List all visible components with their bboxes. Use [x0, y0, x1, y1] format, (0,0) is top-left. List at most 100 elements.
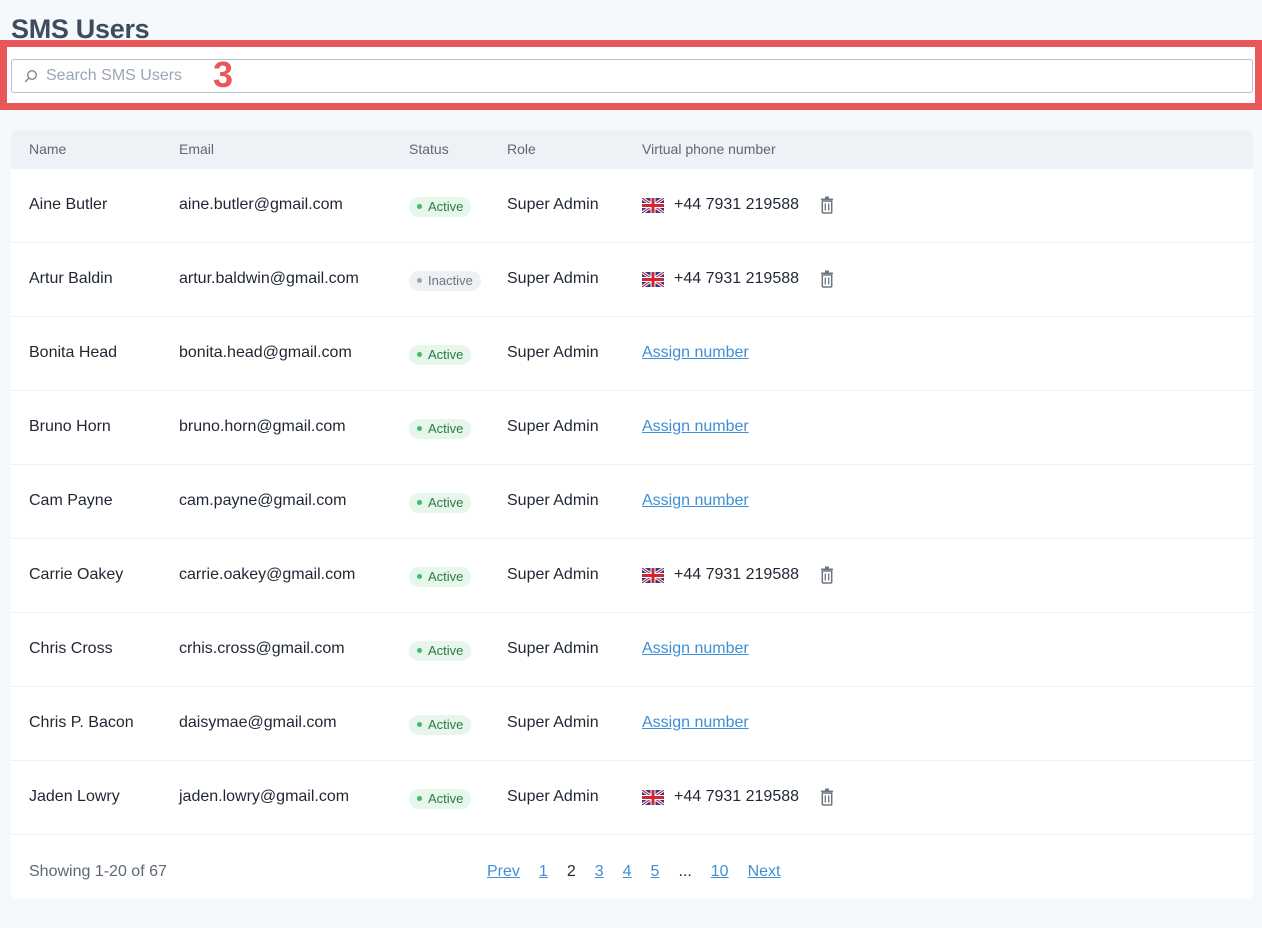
user-role: Super Admin	[507, 714, 599, 731]
users-table: Name Email Status Role Virtual phone num…	[11, 130, 1253, 898]
status-dot	[417, 278, 422, 283]
status-dot	[417, 352, 422, 357]
uk-flag-icon	[641, 196, 665, 214]
phone-cell: +44 7931 219588	[641, 788, 835, 806]
status-badge: Inactive	[409, 270, 481, 291]
status-cell: Inactive	[409, 270, 481, 291]
assign-number-link[interactable]: Assign number	[642, 418, 749, 435]
phone-cell: +44 7931 219588	[641, 196, 835, 214]
status-dot	[417, 500, 422, 505]
page-link-5[interactable]: 5	[651, 863, 660, 881]
user-role: Super Admin	[507, 788, 599, 805]
column-header-name: Name	[29, 141, 67, 157]
status-dot	[417, 796, 422, 801]
user-name: Carrie Oakey	[29, 566, 124, 583]
status-badge: Active	[409, 640, 472, 661]
user-role: Super Admin	[507, 196, 599, 213]
phone-cell: +44 7931 219588	[641, 566, 835, 584]
user-email: bonita.head@gmail.com	[179, 344, 352, 361]
status-dot	[417, 426, 422, 431]
user-name: Jaden Lowry	[29, 788, 120, 805]
page-link-3[interactable]: 3	[595, 863, 604, 881]
table-row: Chris P. Bacon daisymae@gmail.com Active Su…	[11, 687, 1253, 761]
trash-icon[interactable]	[819, 566, 835, 584]
next-page-link[interactable]: Next	[748, 863, 781, 881]
uk-flag-icon	[641, 566, 665, 584]
user-name: Cam Payne	[29, 492, 113, 509]
page-link-4[interactable]: 4	[623, 863, 632, 881]
table-row: Carrie Oakey carrie.oakey@gmail.com Active…	[11, 539, 1253, 613]
status-dot	[417, 648, 422, 653]
trash-icon[interactable]	[819, 196, 835, 214]
showing-count: Showing 1-20 of 67	[29, 863, 167, 880]
user-email: cam.payne@gmail.com	[179, 492, 347, 509]
search-icon	[24, 69, 38, 83]
user-email: artur.baldwin@gmail.com	[179, 270, 359, 287]
user-role: Super Admin	[507, 344, 599, 361]
table-row: Cam Payne cam.payne@gmail.com Active Super …	[11, 465, 1253, 539]
user-email: daisymae@gmail.com	[179, 714, 337, 731]
status-label: Active	[428, 569, 464, 584]
assign-number-link[interactable]: Assign number	[642, 492, 749, 509]
status-dot	[417, 204, 422, 209]
status-label: Active	[428, 717, 464, 732]
assign-number-link[interactable]: Assign number	[642, 640, 749, 657]
status-badge: Active	[409, 196, 472, 217]
page-link-10[interactable]: 10	[711, 863, 729, 881]
user-name: Bonita Head	[29, 344, 118, 361]
user-role: Super Admin	[507, 640, 599, 657]
trash-icon[interactable]	[819, 788, 835, 806]
assign-number-link[interactable]: Assign number	[642, 714, 749, 731]
column-header-status: Status	[409, 141, 449, 157]
user-email: carrie.oakey@gmail.com	[179, 566, 356, 583]
status-cell: Active	[409, 344, 472, 365]
user-name: Chris Cross	[29, 640, 113, 657]
phone-number: +44 7931 219588	[674, 566, 800, 583]
column-header-email: Email	[179, 141, 215, 157]
status-dot	[417, 574, 422, 579]
table-body: Aine Butler aine.butler@gmail.com Active Su…	[11, 169, 1253, 835]
assign-number-link[interactable]: Assign number	[642, 344, 749, 361]
status-cell: Active	[409, 196, 472, 217]
user-name: Bruno Horn	[29, 418, 111, 435]
status-badge: Active	[409, 344, 472, 365]
user-role: Super Admin	[507, 270, 599, 287]
status-label: Active	[428, 421, 464, 436]
status-label: Active	[428, 347, 464, 362]
phone-number: +44 7931 219588	[674, 788, 800, 805]
phone-cell: +44 7931 219588	[641, 270, 835, 288]
user-role: Super Admin	[507, 418, 599, 435]
user-name: Artur Baldin	[29, 270, 113, 287]
table-row: Artur Baldin artur.baldwin@gmail.com Inact…	[11, 243, 1253, 317]
annotation-marker: 3	[213, 54, 234, 95]
status-badge: Active	[409, 566, 472, 587]
status-badge: Active	[409, 418, 472, 439]
current-page: 2	[566, 863, 576, 880]
user-name: Aine Butler	[29, 196, 108, 213]
status-cell: Active	[409, 418, 472, 439]
status-label: Inactive	[428, 273, 473, 288]
status-cell: Active	[409, 566, 472, 587]
status-badge: Active	[409, 788, 472, 809]
search-field[interactable]	[11, 59, 1253, 93]
phone-number: +44 7931 219588	[674, 270, 800, 287]
trash-icon[interactable]	[819, 270, 835, 288]
user-email: crhis.cross@gmail.com	[179, 640, 345, 657]
status-cell: Active	[409, 788, 472, 809]
phone-number: +44 7931 219588	[674, 196, 800, 213]
user-role: Super Admin	[507, 566, 599, 583]
uk-flag-icon	[641, 788, 665, 806]
table-footer: Showing 1-20 of 67 Prev 1 2 3 4 5 ... 10…	[11, 835, 1253, 898]
status-dot	[417, 722, 422, 727]
phone-cell: Assign number	[642, 714, 749, 732]
user-role: Super Admin	[507, 492, 599, 509]
search-input[interactable]	[46, 61, 446, 91]
status-label: Active	[428, 791, 464, 806]
user-email: jaden.lowry@gmail.com	[179, 788, 350, 805]
status-badge: Active	[409, 714, 472, 735]
table-row: Jaden Lowry jaden.lowry@gmail.com Active Su…	[11, 761, 1253, 835]
table-row: Bonita Head bonita.head@gmail.com Active Su…	[11, 317, 1253, 391]
prev-page-link[interactable]: Prev	[487, 863, 520, 881]
phone-cell: Assign number	[642, 418, 749, 436]
page-link-1[interactable]: 1	[539, 863, 548, 881]
